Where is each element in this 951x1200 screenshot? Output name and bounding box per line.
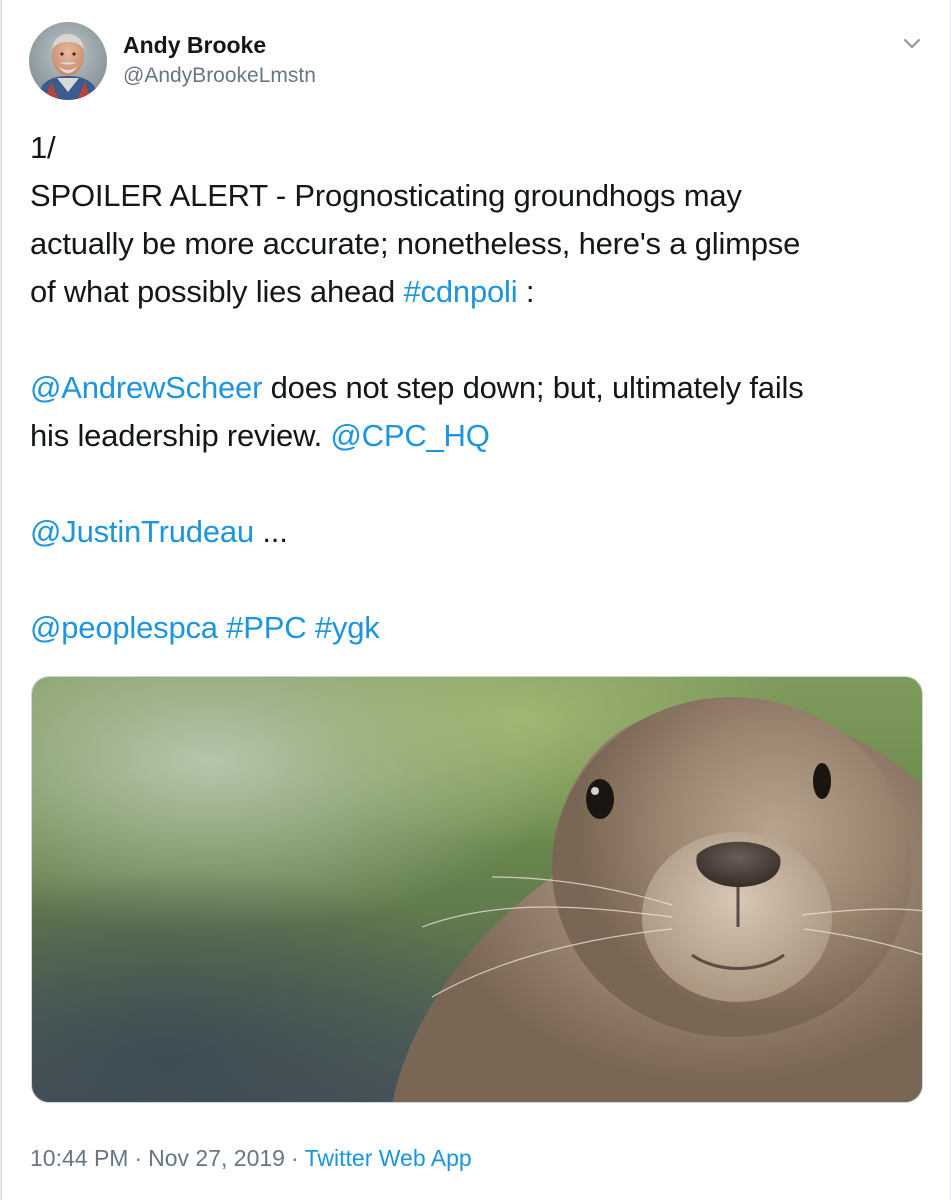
author-display-name[interactable]: Andy Brooke xyxy=(123,30,266,60)
meta-separator: · xyxy=(290,1145,299,1171)
tweet-time[interactable]: 10:44 PM xyxy=(30,1145,128,1171)
mention-link-andrewscheer[interactable]: @AndrewScheer xyxy=(30,370,262,405)
tweet-line: @AndrewScheer does not step down; but, u… xyxy=(30,364,925,412)
groundhog-photo xyxy=(32,677,922,1102)
left-divider xyxy=(1,0,2,1200)
hashtag-link-cdnpoli[interactable]: #cdnpoli xyxy=(404,274,518,309)
hashtag-link-ppc[interactable]: #PPC xyxy=(226,610,306,645)
tweet-date[interactable]: Nov 27, 2019 xyxy=(148,1145,285,1171)
tweet-menu-button[interactable] xyxy=(897,28,927,58)
hashtag-link-ygk[interactable]: #ygk xyxy=(315,610,380,645)
chevron-down-icon xyxy=(904,39,920,48)
mention-link-peoplespca[interactable]: @peoplespca xyxy=(30,610,218,645)
tweet-line: 1/ xyxy=(30,130,56,165)
tweet-text-segment: ... xyxy=(253,514,288,549)
tweet-text-segment: does not step down; but, ultimately fail… xyxy=(262,370,804,405)
avatar-image xyxy=(29,22,107,100)
meta-separator: · xyxy=(134,1145,143,1171)
tweet-line: actually be more accurate; nonetheless, … xyxy=(30,226,801,261)
tweet-line: his leadership review. @CPC_HQ xyxy=(30,412,925,460)
tweet-text: 1/ SPOILER ALERT - Prognosticating groun… xyxy=(30,124,925,652)
tweet-text-segment: his leadership review. xyxy=(30,418,331,453)
mention-link-cpc-hq[interactable]: @CPC_HQ xyxy=(330,418,489,453)
tweet-line: of what possibly lies ahead #cdnpoli : xyxy=(30,268,925,316)
tweet-line: @JustinTrudeau ... xyxy=(30,508,925,556)
tweet-meta: 10:44 PM · Nov 27, 2019 · Twitter Web App xyxy=(30,1142,472,1174)
tweet-line: @peoplespca #PPC #ygk xyxy=(30,604,925,652)
avatar[interactable] xyxy=(29,22,107,100)
tweet-text-segment: of what possibly lies ahead xyxy=(30,274,404,309)
tweet-line: SPOILER ALERT - Prognosticating groundho… xyxy=(30,178,742,213)
tweet-card: Andy Brooke @AndyBrookeLmstn 1/ SPOILER … xyxy=(0,0,951,1200)
tweet-source-link[interactable]: Twitter Web App xyxy=(305,1145,472,1171)
tweet-text-segment: : xyxy=(517,274,535,309)
author-handle[interactable]: @AndyBrookeLmstn xyxy=(123,62,316,90)
mention-link-justintrudeau[interactable]: @JustinTrudeau xyxy=(30,514,254,549)
tweet-photo[interactable] xyxy=(31,676,923,1103)
